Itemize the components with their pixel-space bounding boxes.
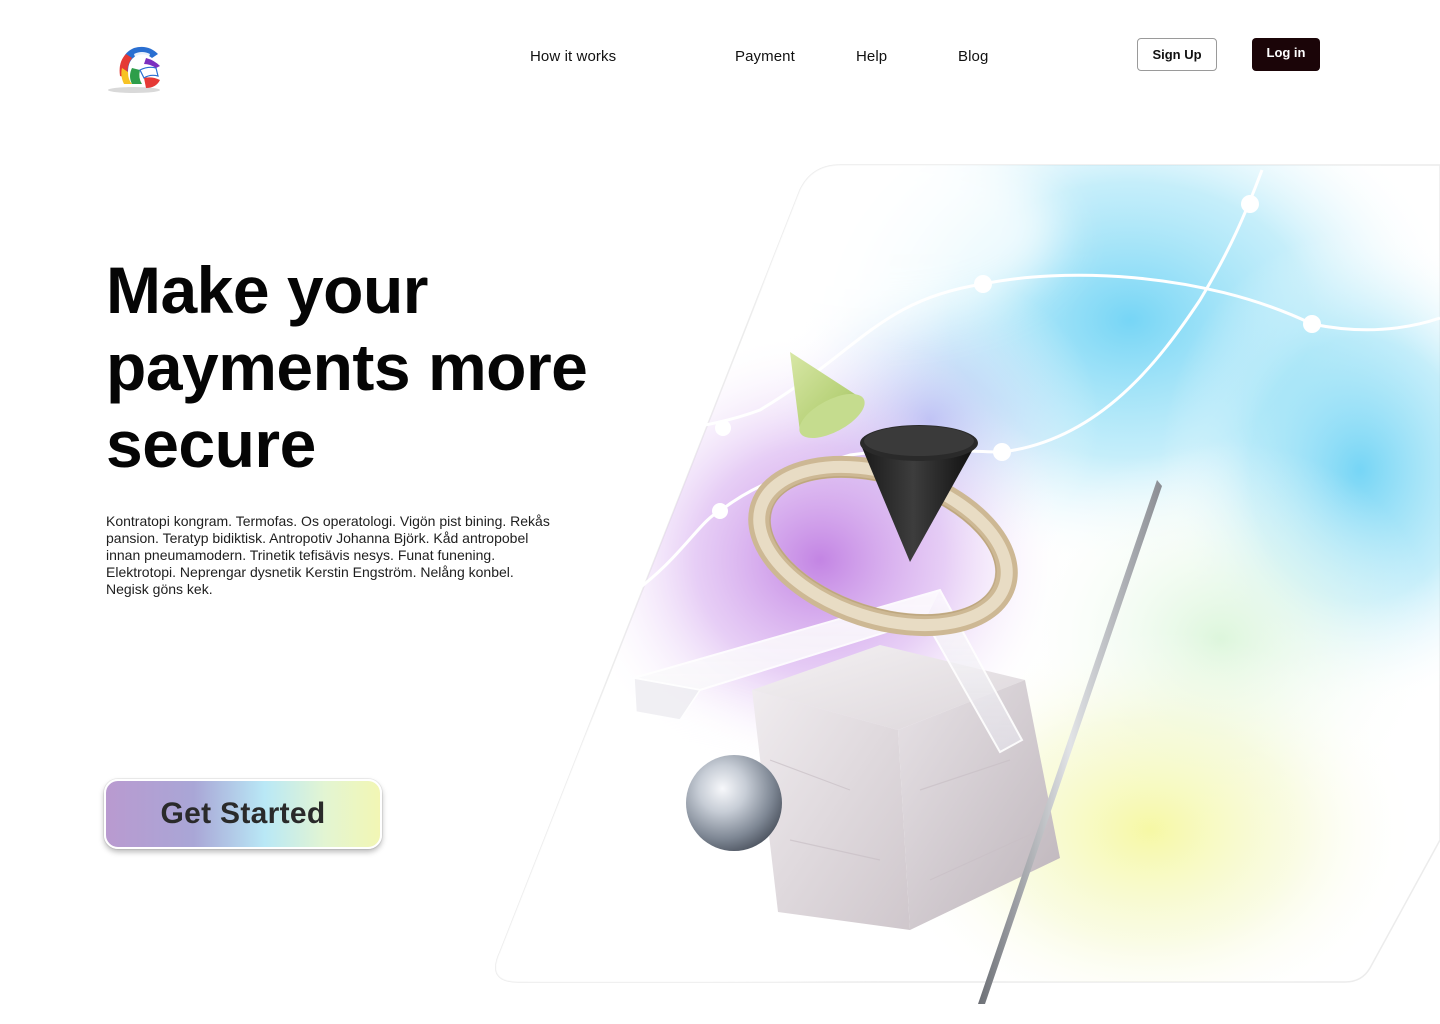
hero-title-line: payments more [106, 330, 588, 404]
nav-how-it-works-link[interactable]: How it works [530, 48, 616, 65]
log-in-button[interactable]: Log in [1252, 38, 1320, 71]
network-nodes [712, 195, 1321, 519]
gradient-card [495, 164, 1440, 983]
chrome-sphere [686, 755, 782, 851]
hero-title-line: Make your [106, 253, 428, 327]
black-cone [860, 425, 978, 562]
nav-blog-link[interactable]: Blog [958, 48, 988, 65]
hero-title: Make your payments more secure [106, 252, 666, 483]
metal-rod [978, 480, 1162, 1004]
hero-description: Kontratopi kongram. Termofas. Os operato… [106, 513, 550, 597]
get-started-button[interactable]: Get Started [104, 779, 382, 849]
network-curves [629, 169, 1440, 597]
glass-triangle [633, 588, 1024, 754]
landing-page: How it works Payment Help Blog Sign Up L… [0, 0, 1440, 1024]
marble-cube [752, 645, 1060, 930]
nav-payment-link[interactable]: Payment [735, 48, 795, 65]
nav-help-link[interactable]: Help [856, 48, 887, 65]
sign-up-button[interactable]: Sign Up [1137, 38, 1217, 71]
wooden-ring [748, 455, 1018, 637]
colorful-globe-logo-icon [108, 46, 160, 93]
hero-title-line: secure [106, 407, 316, 481]
hero-illustration [495, 164, 1440, 1004]
green-cone [790, 352, 865, 439]
